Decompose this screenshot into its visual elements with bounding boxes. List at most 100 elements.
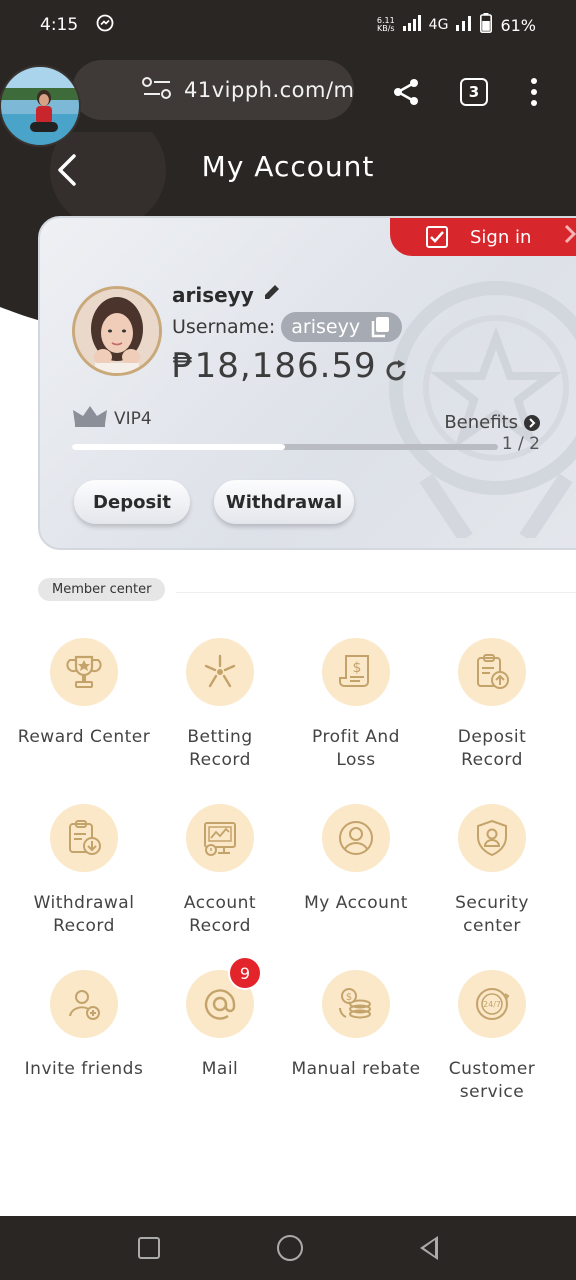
member-center-item-label: Deposit Record [424,726,560,772]
member-center-item-manual-rebate[interactable]: $ Manual rebate [288,970,424,1081]
member-center-item-account[interactable]: Account Record [152,804,288,938]
withdrawal-button[interactable]: Withdrawal [214,480,354,524]
username-pill[interactable]: ariseyy [281,312,403,342]
vip-level: VIP4 [72,404,152,433]
item-label-line1: Manual rebate [291,1059,421,1079]
page-title: My Account [201,150,375,183]
member-center-item-label: Security center [424,892,560,938]
signal-icon-2 [456,15,472,35]
member-center-item-label: Invite friends [16,1058,152,1081]
browser-toolbar: 41vipph.com/m/mem 3 [0,50,576,132]
member-center-item-label: Customer service [424,1058,560,1104]
android-nav-bar [0,1216,576,1280]
member-center-item-label: Account Record [152,892,288,938]
edit-pencil-icon[interactable] [262,282,282,307]
sign-in-label: Sign in [470,226,532,248]
divider [176,592,576,593]
account-card: Sign in ariseyy Username: ariseyy ₱18,18… [38,216,576,550]
username-value: ariseyy [291,316,361,338]
item-label-line2: Record [189,916,251,936]
shield-user-icon [458,804,526,872]
member-center-item-deposit[interactable]: Deposit Record [424,638,560,772]
unread-badge: 9 [228,956,262,990]
balance-value: ₱18,186.59 [172,346,377,386]
messenger-icon [96,14,114,36]
username-label: Username: [172,316,276,338]
more-menu-icon[interactable] [526,76,542,108]
item-label-line2: center [463,916,521,936]
net-speed-unit: KB/s [376,24,395,33]
support-24-7-icon: 24/7 [458,970,526,1038]
refresh-icon[interactable] [383,353,409,381]
item-label-line2: Loss [336,750,376,770]
member-center-item-label: Reward Center [16,726,152,749]
benefits-link[interactable]: Benefits [444,412,540,433]
member-center-label: Member center [38,578,166,601]
member-center-item-label: Manual rebate [288,1058,424,1081]
account-monitor-icon [186,804,254,872]
item-label-line1: Deposit [457,727,527,747]
member-center-item-withdrawal[interactable]: Withdrawal Record [16,804,152,938]
item-label-line1: Customer [448,1059,536,1079]
member-center-item-label: Withdrawal Record [16,892,152,938]
user-avatar[interactable] [72,286,162,376]
item-label-line1: Security [455,893,529,913]
battery-icon [480,13,493,37]
member-center-item-label: My Account [288,892,424,915]
url-text[interactable]: 41vipph.com/m/mem [184,78,354,102]
copy-icon[interactable] [370,316,390,338]
profile-avatar[interactable] [0,58,84,154]
chevron-right-icon [563,223,576,251]
item-label-line1: Invite friends [24,1059,144,1079]
user-circle-icon [322,804,390,872]
invite-user-icon [50,970,118,1038]
tabs-count-button[interactable]: 3 [460,78,488,106]
vip-level-text: VIP4 [114,408,152,429]
item-label-line2: service [459,1082,525,1102]
member-center-item-betting[interactable]: Betting Record [152,638,288,772]
trophy-icon [50,638,118,706]
member-center-item-invite-friends[interactable]: Invite friends [16,970,152,1081]
nickname-text: ariseyy [172,282,254,307]
site-settings-icon[interactable] [142,76,172,104]
vip-progress-count: 1 / 2 [501,434,540,454]
svg-text:$: $ [353,660,362,676]
balance: ₱18,186.59 [172,346,409,386]
network-type: 4G [428,17,449,33]
item-label-line1: Reward Center [17,727,151,747]
member-center-item-mail[interactable]: 9 Mail [152,956,288,1081]
betting-star-icon [186,638,254,706]
recent-apps-icon[interactable] [138,1237,161,1259]
item-label-line1: Mail [201,1059,239,1079]
item-label-line1: Withdrawal [33,893,135,913]
nickname: ariseyy [172,282,282,307]
vip-progress-fill [72,444,285,450]
crown-icon [72,404,108,433]
status-time: 4:15 [40,15,79,35]
signal-icon [402,15,421,35]
item-label-line2: Record [461,750,523,770]
back-triangle-icon[interactable] [419,1236,438,1260]
member-center-item-my-account[interactable]: My Account [288,804,424,915]
member-center-item-label: Betting Record [152,726,288,772]
sign-in-button[interactable]: Sign in [390,218,576,256]
member-center-item-security[interactable]: Security center [424,804,560,938]
member-center-item-profit-and[interactable]: $ Profit And Loss [288,638,424,772]
member-center-item-label: Profit And Loss [288,726,424,772]
item-label-line1: Profit And [312,727,400,747]
home-icon[interactable] [276,1235,303,1261]
member-center-item-customer[interactable]: 24/7 Customer service [424,970,560,1104]
item-label-line1: Betting [187,727,253,747]
receipt-dollar-icon: $ [322,638,390,706]
member-center-item-reward-center[interactable]: Reward Center [16,638,152,749]
url-bar[interactable]: 41vipph.com/m/mem [72,60,354,120]
deposit-button[interactable]: Deposit [74,480,190,524]
share-icon[interactable] [390,76,422,108]
coins-icon: $ [322,970,390,1038]
withdrawal-clipboard-icon [50,804,118,872]
item-label-line2: Record [189,750,251,770]
item-label-line1: My Account [304,893,408,913]
net-speed: 6.11 KB/s [377,17,395,33]
battery-percent: 61% [500,15,536,35]
deposit-clipboard-icon [458,638,526,706]
